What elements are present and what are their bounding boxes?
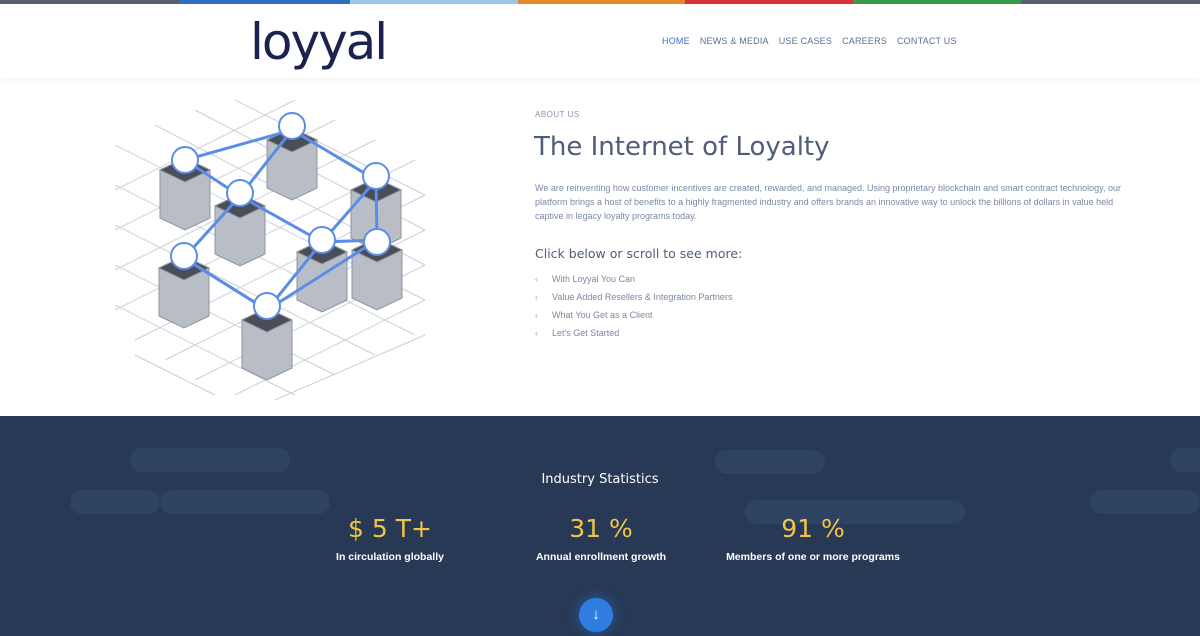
- share-icon: ‹: [535, 291, 538, 302]
- stat-caption: In circulation globally: [336, 551, 444, 563]
- stats-title: Industry Statistics: [541, 472, 659, 487]
- nav-contact-us[interactable]: CONTACT US: [897, 36, 957, 46]
- about-title: The Internet of Loyalty: [534, 132, 830, 162]
- background-cloud: [160, 490, 330, 514]
- about-label: ABOUT US: [535, 110, 580, 119]
- section-link-label: What You Get as a Client: [552, 310, 653, 320]
- section-link-label: With Loyyal You Can: [552, 274, 636, 284]
- stat-value: 31 %: [569, 514, 633, 543]
- fitness-icon: [170, 242, 198, 270]
- blockchain-network-illustration: [114, 100, 426, 400]
- nav-home[interactable]: HOME: [662, 36, 690, 46]
- coin-icon: [226, 179, 254, 207]
- main-nav: HOME NEWS & MEDIA USE CASES CAREERS CONT…: [662, 36, 967, 46]
- background-cloud: [715, 450, 825, 474]
- share-icon: ‹: [535, 273, 538, 284]
- section-link[interactable]: ‹ Value Added Resellers & Integration Par…: [535, 288, 732, 306]
- background-cloud: [1090, 490, 1200, 514]
- credit-card-icon: [253, 292, 281, 320]
- section-link-label: Value Added Resellers & Integration Part…: [552, 292, 733, 302]
- stat-item: 91 % Members of one or more programs: [703, 514, 923, 563]
- stat-item: $ 5 T+ In circulation globally: [280, 514, 500, 563]
- airplane-icon: [308, 226, 336, 254]
- about-body: We are reinventing how customer incentiv…: [535, 183, 1121, 221]
- nav-use-cases[interactable]: USE CASES: [779, 36, 832, 46]
- share-icon: ‹: [535, 327, 538, 338]
- background-cloud: [1170, 448, 1200, 472]
- click-below-heading: Click below or scroll to see more:: [535, 246, 743, 261]
- section-link[interactable]: ‹ With Loyyal You Can: [535, 270, 732, 288]
- store-icon: [362, 162, 390, 190]
- arrow-down-icon: ↓: [592, 606, 600, 623]
- background-cloud: [70, 490, 160, 514]
- section-links: ‹ With Loyyal You Can ‹ Value Added Resell…: [535, 270, 732, 342]
- stat-caption: Annual enrollment growth: [535, 551, 667, 563]
- stat-value: $ 5 T+: [348, 514, 432, 543]
- bank-icon: [363, 228, 391, 256]
- shopping-bag-icon: [278, 112, 306, 140]
- car-icon: [171, 146, 199, 174]
- nav-careers[interactable]: CAREERS: [842, 36, 887, 46]
- page: loyyal HOME NEWS & MEDIA USE CASES CAREE…: [0, 0, 1200, 636]
- stat-caption: Members of one or more programs: [726, 551, 900, 563]
- industry-statistics-section: Industry Statistics $ 5 T+ In circulatio…: [0, 416, 1200, 636]
- share-icon: ‹: [535, 309, 538, 320]
- scroll-down-button[interactable]: ↓: [579, 598, 613, 632]
- section-link[interactable]: ‹ What You Get as a Client: [535, 306, 732, 324]
- section-link[interactable]: ‹ Let's Get Started: [535, 324, 732, 342]
- section-link-label: Let's Get Started: [552, 328, 620, 338]
- logo[interactable]: loyyal: [250, 12, 388, 72]
- stat-value: 91 %: [781, 514, 845, 543]
- background-cloud: [130, 448, 290, 472]
- nav-news-media[interactable]: NEWS & MEDIA: [700, 36, 769, 46]
- site-header: loyyal HOME NEWS & MEDIA USE CASES CAREE…: [0, 4, 1200, 78]
- stat-item: 31 % Annual enrollment growth: [491, 514, 711, 563]
